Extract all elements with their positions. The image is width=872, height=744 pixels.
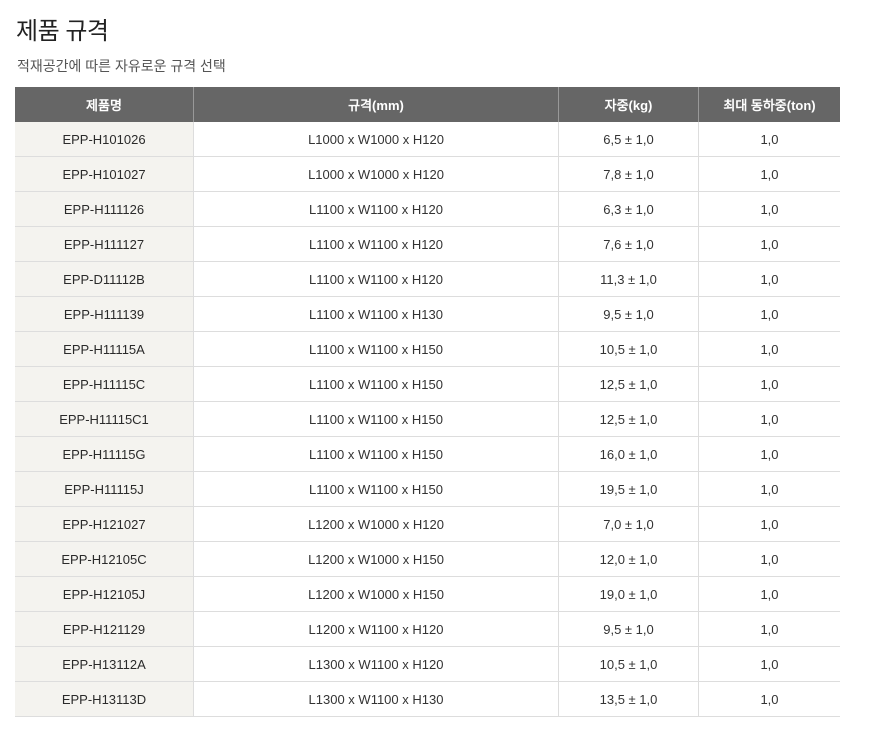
cell-load: 1,0 [699,402,840,437]
cell-model: EPP-H101027 [15,157,194,192]
cell-weight: 9,5 ± 1,0 [559,297,699,332]
cell-model: EPP-H101026 [15,122,194,157]
table-row: EPP-H111139 L1100 x W1100 x H130 9,5 ± 1… [15,297,840,332]
cell-size: L1100 x W1100 x H150 [194,402,559,437]
cell-load: 1,0 [699,577,840,612]
cell-size: L1200 x W1000 x H150 [194,577,559,612]
table-row: EPP-H13113D L1300 x W1100 x H130 13,5 ± … [15,682,840,717]
cell-weight: 10,5 ± 1,0 [559,332,699,367]
cell-size: L1200 x W1000 x H150 [194,542,559,577]
cell-weight: 19,0 ± 1,0 [559,577,699,612]
cell-weight: 9,5 ± 1,0 [559,612,699,647]
cell-weight: 7,8 ± 1,0 [559,157,699,192]
table-row: EPP-H13112A L1300 x W1100 x H120 10,5 ± … [15,647,840,682]
cell-size: L1000 x W1000 x H120 [194,157,559,192]
spec-table: 제품명 규격(mm) 자중(kg) 최대 동하중(ton) EPP-H10102… [15,87,840,717]
cell-load: 1,0 [699,647,840,682]
header-cell-load: 최대 동하중(ton) [699,87,840,122]
table-row: EPP-H121027 L1200 x W1000 x H120 7,0 ± 1… [15,507,840,542]
cell-size: L1100 x W1100 x H120 [194,262,559,297]
table-row: EPP-H111126 L1100 x W1100 x H120 6,3 ± 1… [15,192,840,227]
cell-model: EPP-H111139 [15,297,194,332]
cell-weight: 16,0 ± 1,0 [559,437,699,472]
cell-model: EPP-H121129 [15,612,194,647]
cell-size: L1200 x W1100 x H120 [194,612,559,647]
table-row: EPP-H11115C1 L1100 x W1100 x H150 12,5 ±… [15,402,840,437]
cell-load: 1,0 [699,262,840,297]
table-row: EPP-H11115J L1100 x W1100 x H150 19,5 ± … [15,472,840,507]
cell-model: EPP-H11115C1 [15,402,194,437]
cell-size: L1100 x W1100 x H150 [194,332,559,367]
cell-model: EPP-H12105J [15,577,194,612]
cell-load: 1,0 [699,507,840,542]
cell-model: EPP-H121027 [15,507,194,542]
cell-load: 1,0 [699,367,840,402]
table-row: EPP-H101027 L1000 x W1000 x H120 7,8 ± 1… [15,157,840,192]
cell-size: L1100 x W1100 x H130 [194,297,559,332]
cell-size: L1100 x W1100 x H150 [194,437,559,472]
header-cell-model: 제품명 [15,87,194,122]
table-row: EPP-H12105J L1200 x W1000 x H150 19,0 ± … [15,577,840,612]
cell-weight: 7,6 ± 1,0 [559,227,699,262]
cell-weight: 7,0 ± 1,0 [559,507,699,542]
table-row: EPP-H12105C L1200 x W1000 x H150 12,0 ± … [15,542,840,577]
cell-load: 1,0 [699,227,840,262]
cell-size: L1100 x W1100 x H120 [194,227,559,262]
cell-weight: 13,5 ± 1,0 [559,682,699,717]
cell-size: L1100 x W1100 x H150 [194,367,559,402]
cell-model: EPP-H111126 [15,192,194,227]
cell-weight: 11,3 ± 1,0 [559,262,699,297]
cell-load: 1,0 [699,122,840,157]
table-row: EPP-H101026 L1000 x W1000 x H120 6,5 ± 1… [15,122,840,157]
cell-size: L1100 x W1100 x H150 [194,472,559,507]
table-row: EPP-H11115A L1100 x W1100 x H150 10,5 ± … [15,332,840,367]
page-title: 제품 규격 [16,18,109,45]
cell-weight: 12,5 ± 1,0 [559,367,699,402]
cell-load: 1,0 [699,472,840,507]
table-body: EPP-H101026 L1000 x W1000 x H120 6,5 ± 1… [15,122,840,717]
cell-weight: 12,5 ± 1,0 [559,402,699,437]
cell-load: 1,0 [699,682,840,717]
table-row: EPP-H11115G L1100 x W1100 x H150 16,0 ± … [15,437,840,472]
cell-model: EPP-H12105C [15,542,194,577]
cell-model: EPP-H11115A [15,332,194,367]
cell-size: L1300 x W1100 x H130 [194,682,559,717]
cell-size: L1200 x W1000 x H120 [194,507,559,542]
cell-load: 1,0 [699,157,840,192]
header-cell-weight: 자중(kg) [559,87,699,122]
cell-model: EPP-D11112B [15,262,194,297]
cell-size: L1300 x W1100 x H120 [194,647,559,682]
header-cell-size: 규격(mm) [194,87,559,122]
cell-weight: 12,0 ± 1,0 [559,542,699,577]
cell-load: 1,0 [699,332,840,367]
cell-weight: 6,3 ± 1,0 [559,192,699,227]
cell-weight: 10,5 ± 1,0 [559,647,699,682]
cell-model: EPP-H13112A [15,647,194,682]
cell-size: L1100 x W1100 x H120 [194,192,559,227]
cell-model: EPP-H111127 [15,227,194,262]
cell-load: 1,0 [699,612,840,647]
cell-size: L1000 x W1000 x H120 [194,122,559,157]
cell-model: EPP-H13113D [15,682,194,717]
header-row: 제품명 규격(mm) 자중(kg) 최대 동하중(ton) [15,87,840,122]
table-row: EPP-H121129 L1200 x W1100 x H120 9,5 ± 1… [15,612,840,647]
cell-load: 1,0 [699,297,840,332]
table-row: EPP-H11115C L1100 x W1100 x H150 12,5 ± … [15,367,840,402]
cell-model: EPP-H11115J [15,472,194,507]
cell-load: 1,0 [699,437,840,472]
table-row: EPP-H111127 L1100 x W1100 x H120 7,6 ± 1… [15,227,840,262]
cell-weight: 6,5 ± 1,0 [559,122,699,157]
cell-model: EPP-H11115G [15,437,194,472]
table-header: 제품명 규격(mm) 자중(kg) 최대 동하중(ton) [15,87,840,122]
cell-load: 1,0 [699,192,840,227]
table-row: EPP-D11112B L1100 x W1100 x H120 11,3 ± … [15,262,840,297]
cell-load: 1,0 [699,542,840,577]
page-subtitle: 적재공간에 따른 자유로운 규격 선택 [17,58,226,74]
cell-model: EPP-H11115C [15,367,194,402]
cell-weight: 19,5 ± 1,0 [559,472,699,507]
